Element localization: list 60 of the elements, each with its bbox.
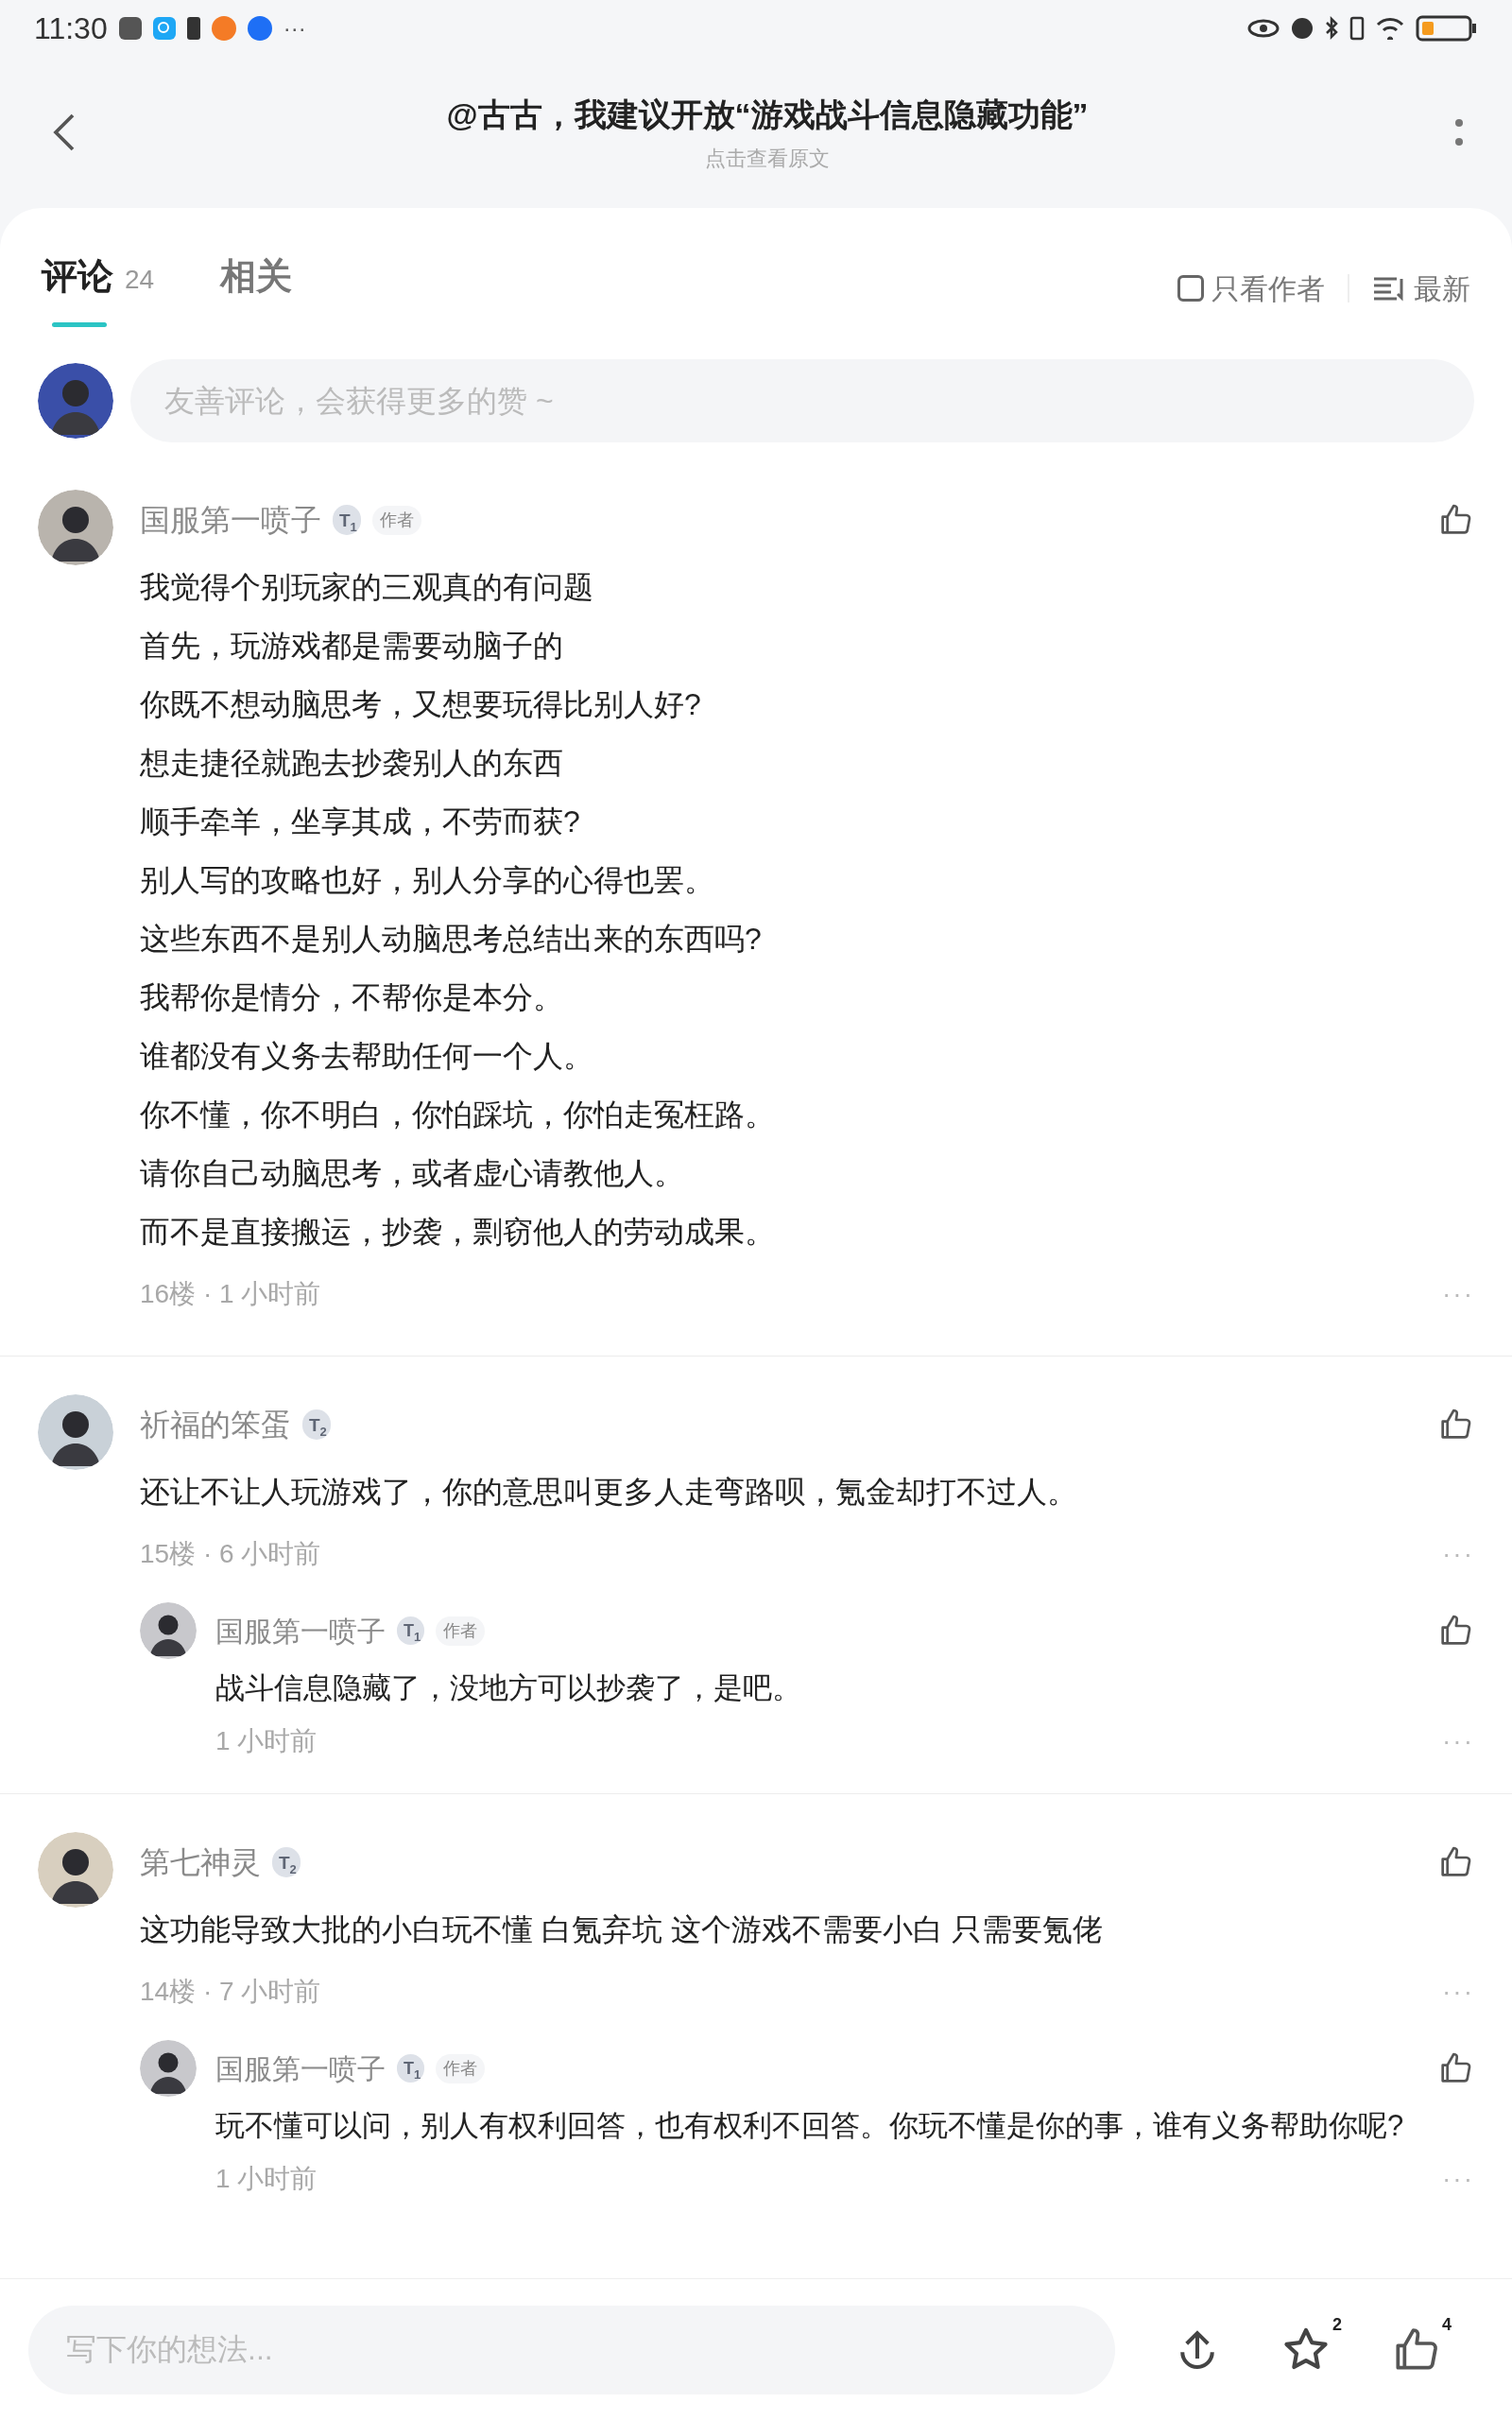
username[interactable]: 第七神灵	[140, 1840, 261, 1885]
username[interactable]: 国服第一喷子	[215, 1609, 386, 1652]
timestamp: 1 小时前	[215, 1725, 318, 1757]
comment-text: 我觉得个别玩家的三观真的有问题	[140, 569, 594, 606]
comment-text: 我帮你是情分，不帮你是本分。	[140, 979, 564, 1016]
username[interactable]: 祈福的笨蛋	[140, 1402, 291, 1447]
floor-and-time: 14楼 · 7 小时前	[140, 1976, 321, 2008]
comment-text: 首先，玩游戏都是需要动脑子的	[140, 628, 564, 665]
search-notification-icon	[152, 17, 176, 40]
post-title[interactable]: @古古，我建议开放“游戏战斗信息隐藏功能”	[446, 91, 1089, 139]
like-count: 4	[1442, 2313, 1452, 2336]
favorite-count: 2	[1332, 2313, 1342, 2336]
wifi-icon	[1376, 17, 1404, 40]
comment-text: 你不懂，你不明白，你怕踩坑，你怕走冤枉路。	[140, 1097, 776, 1133]
comment-text: 这些东西不是别人动脑思考总结出来的东西吗?	[140, 921, 763, 958]
battery-icon	[1416, 15, 1478, 42]
sort-button[interactable]: 最新	[1372, 267, 1470, 310]
avatar[interactable]	[38, 363, 113, 439]
reply-text: 战斗信息隐藏了，没地方可以抄袭了，是吧。	[215, 1670, 802, 1706]
reply-text: 玩不懂可以问，别人有权利回答，也有权利不回答。你玩不懂是你的事，谁有义务帮助你呢?	[215, 2108, 1405, 2144]
comment-text: 还让不让人玩游戏了，你的意思叫更多人走弯路呗，氪金却打不过人。	[140, 1474, 1078, 1511]
comment-text: 顺手牵羊，坐享其成，不劳而获?	[140, 804, 581, 840]
alert-notification-icon	[186, 17, 200, 40]
floor-and-time: 16楼 · 1 小时前	[140, 1278, 321, 1310]
comment-text: 而不是直接搬运，抄袭，剽窃他人的劳动成果。	[140, 1214, 776, 1251]
floor-and-time: 15楼 · 6 小时前	[140, 1538, 321, 1570]
avatar[interactable]	[38, 1832, 113, 1908]
comment-text: 你既不想动脑思考，又想要玩得比别人好?	[140, 686, 702, 723]
tab[interactable]: 评论 24	[42, 250, 155, 327]
more-button[interactable]: ···	[1442, 1728, 1474, 1754]
comment-text: 想走捷径就跑去抄袭别人的东西	[140, 745, 564, 782]
author-tag: 作者	[436, 2053, 486, 2083]
more-button[interactable]: ···	[1442, 1281, 1474, 1307]
username[interactable]: 国服第一喷子	[215, 2047, 386, 2090]
author-tag: 作者	[371, 505, 421, 535]
comment-text: 别人写的攻略也好，别人分享的心得也罢。	[140, 862, 715, 899]
more-notifications: ···	[283, 14, 306, 43]
avatar[interactable]	[38, 1394, 113, 1470]
more-button[interactable]: ···	[1442, 1979, 1474, 2005]
view-original-link[interactable]: 点击查看原文	[705, 143, 830, 174]
comment-input[interactable]: 友善评论，会获得更多的赞 ~	[130, 359, 1474, 442]
comment-text: 这功能导致大批的小白玩不懂 白氪弃坑 这个游戏不需要小白 只需要氪佬	[140, 1911, 1104, 1948]
vibrate-icon	[1349, 16, 1365, 41]
timestamp: 1 小时前	[215, 2163, 318, 2195]
eye-icon	[1247, 19, 1280, 38]
comment-text: 谁都没有义务去帮助任何一个人。	[140, 1038, 594, 1075]
author-tag: 作者	[436, 1616, 486, 1646]
more-button[interactable]: ···	[1442, 2166, 1474, 2192]
bluetooth-icon	[1325, 16, 1338, 41]
tab[interactable]: 相关	[220, 250, 293, 327]
avatar[interactable]	[38, 490, 113, 565]
username[interactable]: 国服第一喷子	[140, 497, 321, 543]
author-only-checkbox[interactable]: 只看作者	[1177, 267, 1325, 310]
avatar[interactable]	[140, 2040, 197, 2097]
app-notification-icon	[118, 17, 142, 40]
reply-input[interactable]: 写下你的想法...	[28, 2305, 1115, 2394]
avatar[interactable]	[140, 1602, 197, 1659]
clock: 11:30	[34, 10, 108, 47]
more-button[interactable]: ···	[1442, 1541, 1474, 1567]
comment-text: 请你自己动脑思考，或者虚心请教他人。	[140, 1155, 685, 1192]
